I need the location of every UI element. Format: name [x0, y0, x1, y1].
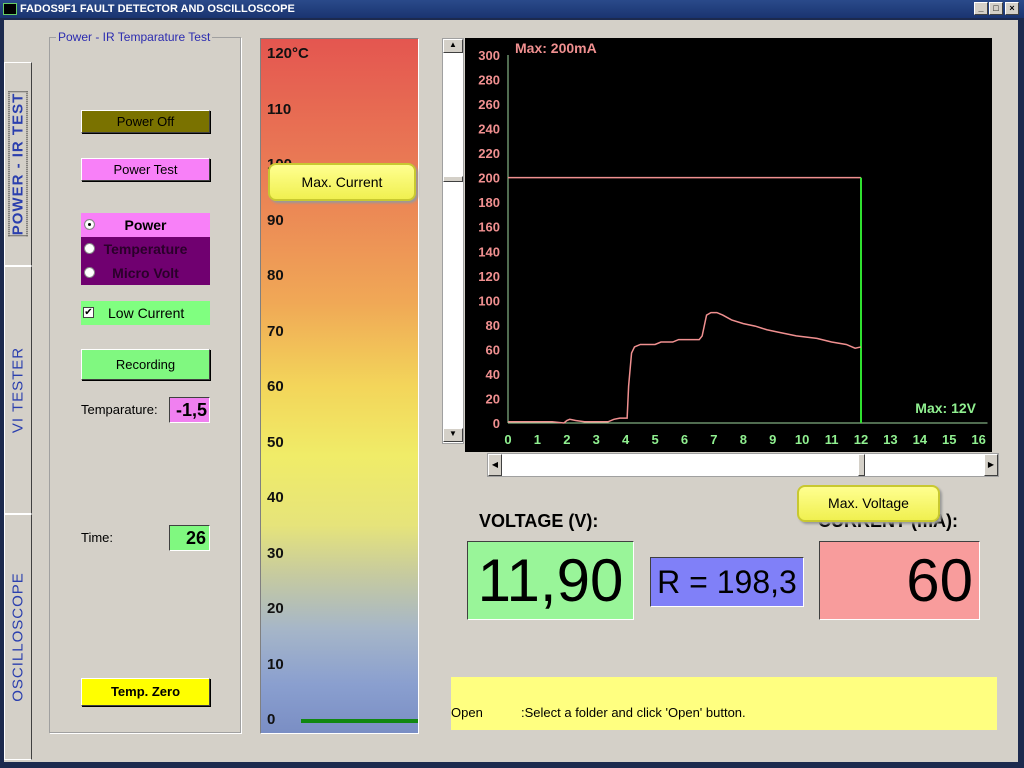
group-box — [49, 37, 241, 733]
y-tick-label: 240 — [478, 122, 500, 137]
y-tick-label: 0 — [493, 416, 500, 431]
minimize-button[interactable]: _ — [974, 2, 988, 15]
max-voltage-annotation: Max: 12V — [915, 400, 976, 416]
voltage-limit-thumb[interactable] — [858, 454, 865, 476]
current-limit-thumb[interactable] — [443, 176, 463, 182]
time-value: 26 — [169, 525, 210, 551]
radio-icon — [84, 243, 95, 254]
current-trace — [508, 311, 862, 424]
radio-temperature[interactable]: Temperature — [81, 237, 210, 261]
x-tick-label: 10 — [795, 432, 809, 447]
close-button[interactable]: × — [1005, 2, 1019, 15]
y-tick-label: 120 — [478, 269, 500, 284]
x-tick-label: 5 — [651, 432, 658, 447]
current-limit-scrollbar[interactable] — [442, 38, 464, 444]
tab-power-ir-test[interactable]: POWER - IR TEST — [4, 62, 32, 266]
current-value: 60 — [819, 541, 980, 620]
y-tick-label: 20 — [486, 391, 500, 406]
x-tick-label: 13 — [883, 432, 897, 447]
scroll-left-button[interactable]: ◀ — [488, 454, 502, 476]
temp-zero-button[interactable]: Temp. Zero — [81, 678, 210, 706]
status-command: Open — [451, 705, 483, 720]
voltage-limit-scrollbar[interactable] — [487, 453, 999, 477]
max-voltage-callout: Max. Voltage — [797, 485, 940, 522]
thermometer-scale: 120°C1101009080706050403020100 — [260, 38, 419, 734]
time-label: Time: — [81, 530, 114, 545]
status-message: :Select a folder and click 'Open' button… — [521, 705, 746, 720]
voltage-label: VOLTAGE (V): — [479, 511, 599, 531]
voltage-value: 11,90 — [467, 541, 634, 620]
x-tick-label: 3 — [593, 432, 600, 447]
y-tick-label: 260 — [478, 97, 500, 112]
x-tick-label: 0 — [504, 432, 511, 447]
power-off-button[interactable]: Power Off — [81, 110, 210, 133]
temperature-tick-label: 120°C — [267, 45, 309, 62]
status-panel: Open :Select a folder and click 'Open' b… — [451, 677, 997, 730]
y-tick-label: 180 — [478, 195, 500, 210]
temperature-value: -1,5 — [169, 397, 210, 423]
power-test-button[interactable]: Power Test — [81, 158, 210, 181]
temperature-tick-label: 20 — [267, 600, 284, 617]
maximize-button[interactable]: □ — [989, 2, 1003, 15]
x-tick-label: 7 — [710, 432, 717, 447]
y-tick-label: 200 — [478, 171, 500, 186]
y-tick-label: 60 — [486, 342, 500, 357]
radio-icon — [84, 267, 95, 278]
y-tick-label: 100 — [478, 293, 500, 308]
y-tick-label: 140 — [478, 244, 500, 259]
x-tick-label: 9 — [769, 432, 776, 447]
max-current-callout: Max. Current — [268, 163, 416, 201]
x-tick-label: 16 — [971, 432, 985, 447]
low-current-checkbox[interactable]: ✔ Low Current — [81, 301, 210, 325]
temperature-tick-label: 70 — [267, 322, 284, 340]
tab-oscilloscope[interactable]: OSCILLOSCOPE — [4, 514, 32, 760]
x-tick-label: 11 — [825, 432, 839, 447]
x-tick-label: 1 — [534, 432, 541, 447]
x-tick-label: 12 — [854, 432, 868, 447]
temperature-label: Temparature: — [81, 402, 158, 417]
recording-button[interactable]: Recording — [81, 349, 210, 380]
temperature-tick-label: 50 — [267, 433, 284, 451]
scroll-down-button[interactable]: ▼ — [443, 428, 463, 442]
y-tick-label: 80 — [486, 318, 500, 333]
max-current-annotation: Max: 200mA — [515, 40, 597, 56]
y-tick-label: 280 — [478, 73, 500, 88]
x-tick-label: 4 — [622, 432, 630, 447]
y-tick-label: 220 — [478, 146, 500, 161]
temperature-tick-label: 40 — [267, 489, 284, 506]
group-title: Power - IR Temparature Test — [56, 30, 213, 44]
x-tick-label: 15 — [942, 432, 956, 447]
radio-selected-icon — [84, 219, 95, 230]
temperature-tick-label: 60 — [267, 378, 284, 395]
scroll-up-button[interactable]: ▲ — [443, 39, 463, 53]
y-tick-label: 300 — [478, 48, 500, 63]
temperature-tick-label: 10 — [267, 655, 284, 673]
radio-micro-volt[interactable]: Micro Volt — [81, 261, 210, 285]
app-icon — [3, 3, 17, 15]
iv-chart: 0204060801001201401601802002202402602803… — [465, 38, 992, 452]
tab-vi-tester[interactable]: VI TESTER — [4, 266, 32, 514]
x-tick-label: 6 — [681, 432, 688, 447]
y-tick-label: 160 — [478, 220, 500, 235]
x-tick-label: 8 — [740, 432, 747, 447]
window-title: FADOS9F1 FAULT DETECTOR AND OSCILLOSCOPE — [20, 3, 295, 15]
temperature-tick-label: 0 — [267, 711, 276, 728]
scroll-right-button[interactable]: ▶ — [984, 454, 998, 476]
title-bar: FADOS9F1 FAULT DETECTOR AND OSCILLOSCOPE… — [0, 0, 1024, 18]
temperature-level-bar — [301, 719, 418, 723]
temperature-tick-label: 80 — [267, 267, 284, 284]
radio-power[interactable]: Power — [81, 213, 210, 237]
temperature-tick-label: 110 — [267, 100, 292, 118]
temperature-tick-label: 90 — [267, 211, 284, 229]
x-tick-label: 2 — [563, 432, 570, 447]
checkbox-checked-icon: ✔ — [83, 307, 94, 318]
temperature-tick-label: 30 — [267, 544, 284, 562]
x-tick-label: 14 — [913, 432, 928, 447]
y-tick-label: 40 — [486, 367, 500, 382]
resistance-value: R = 198,3 — [650, 557, 804, 607]
